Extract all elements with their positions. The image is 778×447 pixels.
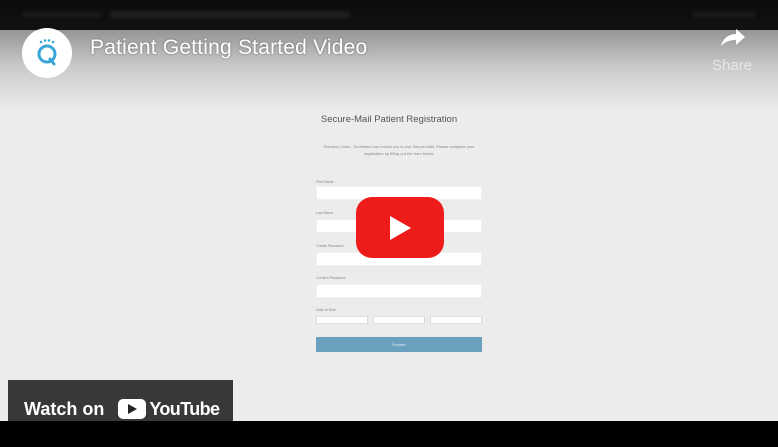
play-icon xyxy=(390,215,411,240)
play-button[interactable] xyxy=(356,197,444,258)
dob-year-select xyxy=(430,316,482,324)
form-intro: Rainbow Clinic - Southland has invited y… xyxy=(323,144,475,156)
create-password-label: Create Password xyxy=(316,244,344,248)
confirm-password-label: Confirm Password xyxy=(316,276,346,280)
youtube-wordmark: YouTube xyxy=(149,398,220,419)
channel-logo-icon xyxy=(37,39,57,66)
register-button: Register xyxy=(316,337,482,352)
first-name-label: First Name xyxy=(316,180,334,184)
form-title: Secure-Mail Patient Registration xyxy=(320,114,458,125)
video-player[interactable]: Secure-Mail Patient Registration Rainbow… xyxy=(0,0,778,447)
video-title[interactable]: Patient Getting Started Video xyxy=(90,36,367,60)
share-arrow-icon xyxy=(721,29,745,46)
dob-label: Date of Birth xyxy=(316,308,336,312)
youtube-logo-icon xyxy=(118,399,147,419)
share-button[interactable]: Share xyxy=(704,26,760,74)
share-label: Share xyxy=(711,57,753,74)
dob-month-select xyxy=(316,316,368,324)
letterbox-bottom-bar xyxy=(0,421,778,447)
confirm-password-field xyxy=(316,284,482,298)
dob-day-select xyxy=(373,316,425,324)
last-name-label: Last Name xyxy=(316,211,334,215)
watch-on-label: Watch on xyxy=(24,398,105,419)
channel-avatar[interactable] xyxy=(22,28,72,78)
